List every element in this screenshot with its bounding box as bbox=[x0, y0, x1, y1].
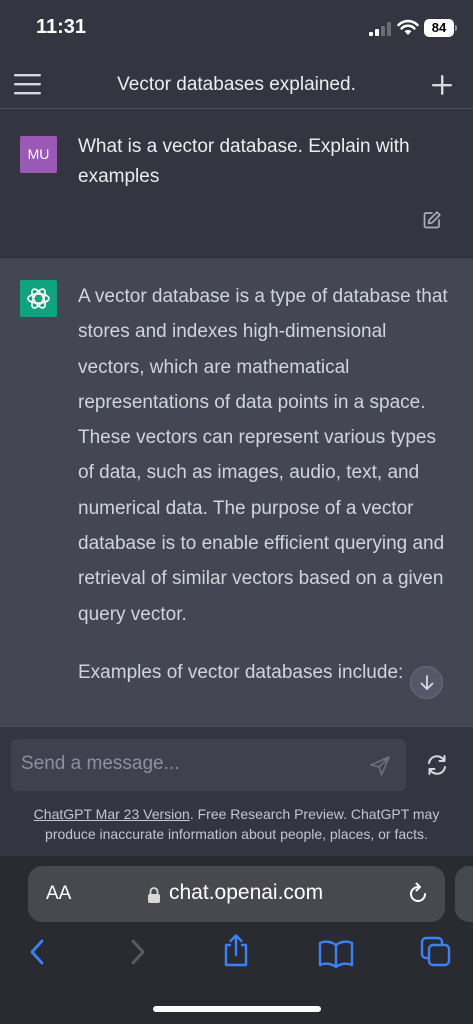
status-time: 11:31 bbox=[36, 16, 87, 38]
user-message-text: What is a vector database. Explain with … bbox=[78, 136, 410, 187]
wifi-icon bbox=[397, 19, 419, 35]
reader-settings-button[interactable]: AA bbox=[46, 883, 71, 905]
assistant-message: A vector database is a type of database … bbox=[0, 258, 473, 726]
message-input[interactable]: Send a message... bbox=[11, 739, 406, 791]
bookmarks-icon[interactable] bbox=[318, 939, 354, 969]
openai-logo-icon bbox=[27, 288, 50, 309]
user-avatar: MU bbox=[20, 136, 57, 173]
menu-icon[interactable] bbox=[14, 73, 41, 95]
signal-icon bbox=[369, 22, 391, 36]
assistant-message-text-2: Examples of vector databases include: bbox=[78, 662, 404, 683]
browser-toolbar: AA chat.openai.com bbox=[0, 856, 473, 1024]
tabs-icon[interactable] bbox=[420, 936, 452, 968]
page-title: Vector databases explained. bbox=[117, 74, 356, 95]
share-icon[interactable] bbox=[222, 934, 250, 968]
forward-icon[interactable] bbox=[128, 937, 148, 967]
lock-icon bbox=[148, 887, 160, 903]
url-text: chat.openai.com bbox=[169, 881, 324, 904]
chat-header: Vector databases explained. bbox=[0, 60, 473, 109]
scroll-to-bottom-button[interactable] bbox=[410, 666, 443, 699]
reload-icon[interactable] bbox=[406, 882, 430, 906]
send-icon[interactable] bbox=[369, 755, 391, 777]
assistant-message-text: A vector database is a type of database … bbox=[78, 286, 448, 625]
composer: Send a message... ChatGPT Mar 23 Version… bbox=[0, 726, 473, 856]
next-tab-preview[interactable] bbox=[455, 866, 473, 922]
home-indicator[interactable] bbox=[153, 1006, 321, 1012]
address-bar[interactable]: AA chat.openai.com bbox=[28, 866, 445, 922]
plus-icon[interactable] bbox=[430, 73, 454, 97]
battery-indicator: 84 bbox=[424, 19, 454, 37]
message-input-placeholder: Send a message... bbox=[21, 753, 180, 774]
status-bar: 11:31 84 bbox=[0, 0, 473, 60]
back-icon[interactable] bbox=[27, 937, 47, 967]
disclaimer: ChatGPT Mar 23 Version. Free Research Pr… bbox=[12, 804, 461, 844]
battery-cap bbox=[455, 25, 457, 31]
user-message: MU What is a vector database. Explain wi… bbox=[0, 110, 473, 258]
edit-icon[interactable] bbox=[422, 210, 442, 230]
arrow-down-icon bbox=[420, 675, 434, 690]
regenerate-icon[interactable] bbox=[425, 753, 449, 777]
assistant-avatar bbox=[20, 280, 57, 317]
version-link[interactable]: ChatGPT Mar 23 Version bbox=[34, 806, 190, 822]
